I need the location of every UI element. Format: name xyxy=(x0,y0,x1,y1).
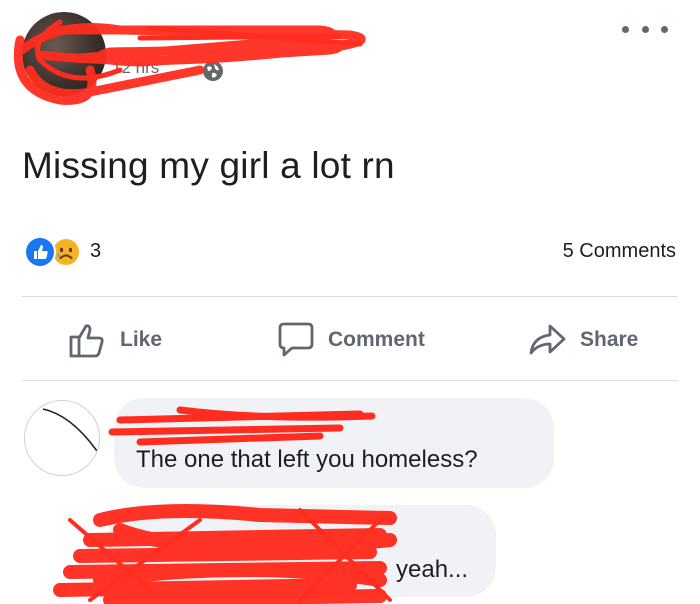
divider xyxy=(22,296,678,297)
post-timestamp[interactable]: 12 hrs xyxy=(112,58,159,78)
share-icon xyxy=(528,321,568,359)
post-text: Missing my girl a lot rn xyxy=(22,145,395,186)
reaction-count[interactable]: 3 xyxy=(90,240,101,263)
commenter-avatar[interactable] xyxy=(24,400,100,476)
comment-icon xyxy=(276,321,316,359)
reply-text: yeah... xyxy=(396,556,469,583)
more-dot-icon xyxy=(622,25,629,33)
share-label: Share xyxy=(580,328,639,351)
comment-button[interactable]: Comment xyxy=(276,318,425,362)
like-icon[interactable] xyxy=(24,236,56,268)
poster-avatar[interactable] xyxy=(22,12,106,96)
like-label: Like xyxy=(120,328,163,351)
comment-label: Comment xyxy=(328,328,425,351)
thumbs-up-icon xyxy=(68,321,108,359)
divider xyxy=(22,380,678,381)
globe-icon xyxy=(202,60,224,82)
comment-text: The one that left you homeless? xyxy=(136,446,478,473)
comments-count-link[interactable]: 5 Comments xyxy=(563,240,676,263)
like-button[interactable]: Like xyxy=(68,318,162,362)
more-options-button[interactable] xyxy=(622,18,668,40)
more-dot-icon xyxy=(641,25,649,33)
share-button[interactable]: Share xyxy=(528,318,638,362)
comment-bubble xyxy=(114,398,554,488)
more-dot-icon xyxy=(661,25,668,33)
